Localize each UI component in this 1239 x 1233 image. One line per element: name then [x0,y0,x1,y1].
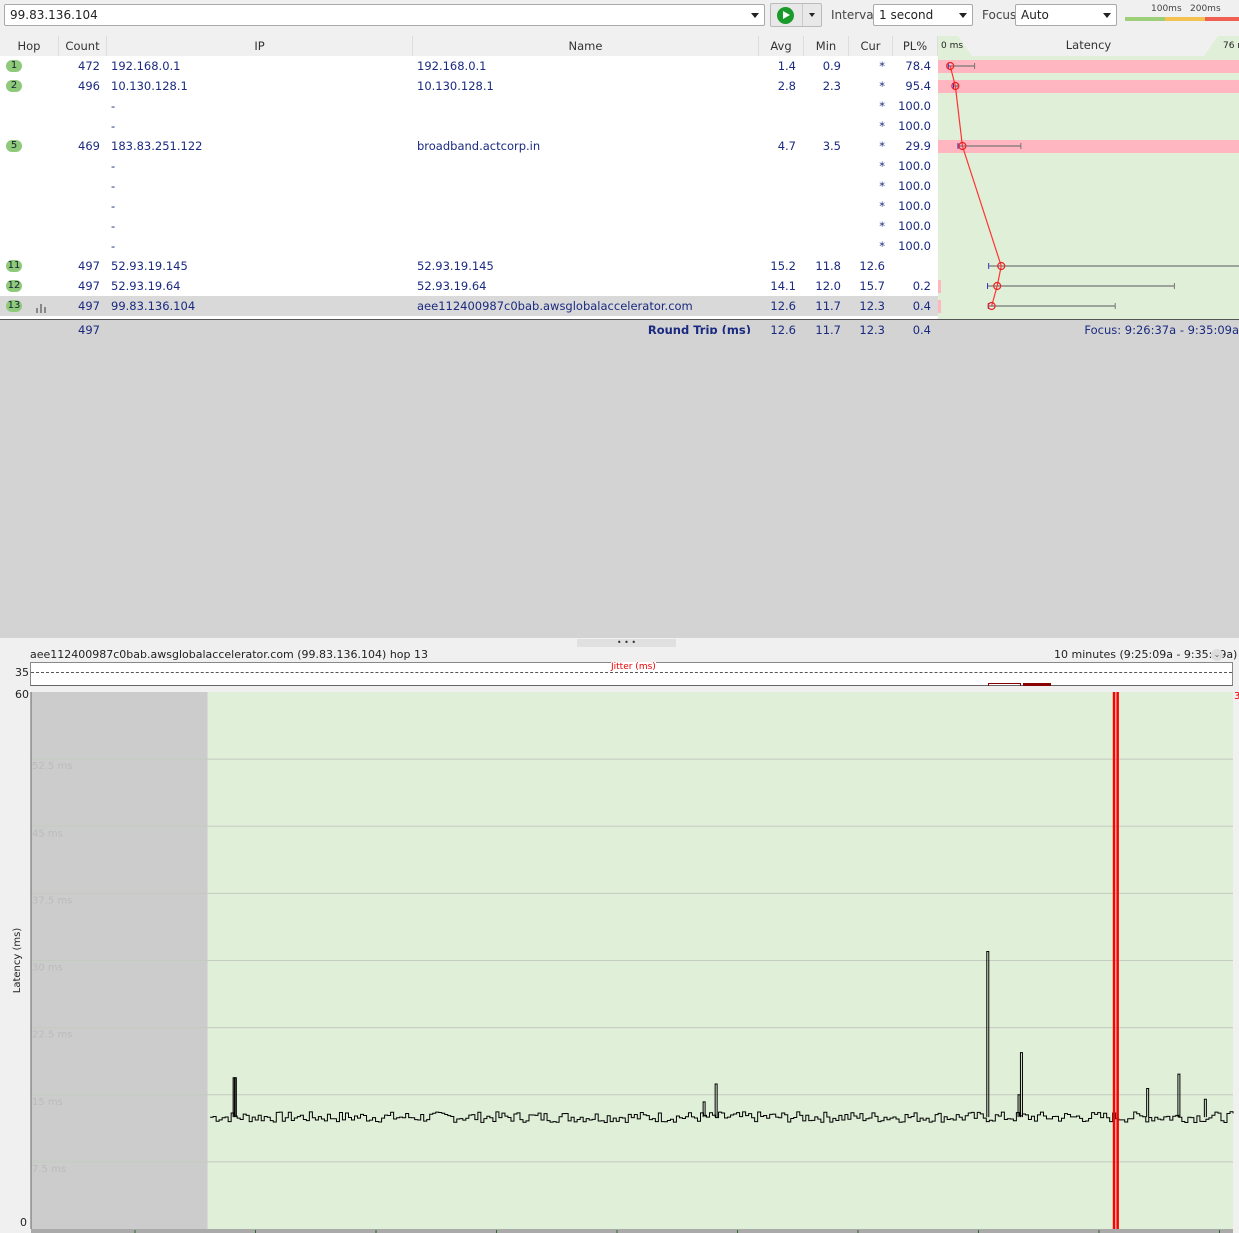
packet-loss-marker [1112,692,1116,1229]
packet-loss-marker [1116,692,1119,1229]
latency-chart: 52.5 ms 45 ms 37.5 ms 30 ms 22.5 ms 15 ms 7.5 … [30,691,1239,1233]
gridline-label: 37.5 ms [32,895,72,906]
x-axis [31,1229,1233,1233]
gridline-label: 22.5 ms [32,1030,72,1041]
gridline-label: 7.5 ms [32,1164,66,1175]
gridline-label: 15 ms [32,1097,63,1108]
right-axis-label: 3 [1234,691,1239,702]
gridline-label: 52.5 ms [32,761,72,772]
gridline-label: 45 ms [32,828,63,839]
gridline-label: 30 ms [32,963,63,974]
